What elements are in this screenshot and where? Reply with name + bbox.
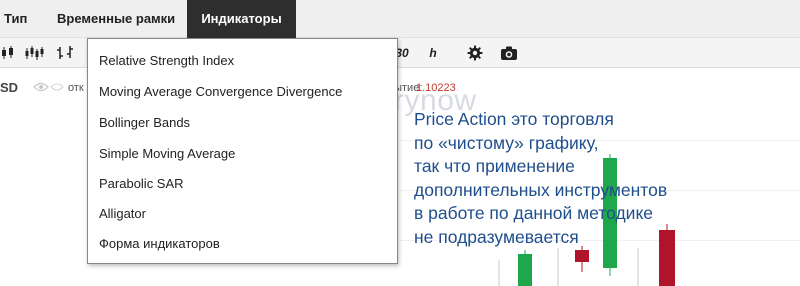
price-action-annotation: Price Action это торговля по «чистому» г… — [414, 108, 667, 250]
indicator-parabolic-sar[interactable]: Parabolic SAR — [99, 176, 184, 191]
menu-indicators[interactable]: Индикаторы — [187, 0, 296, 38]
annotation-line: в работе по данной методике — [414, 203, 654, 224]
indicator-sma[interactable]: Simple Moving Average — [99, 146, 235, 161]
annotation-line: не подразумевается — [414, 226, 579, 247]
annotation-line: Price Action это торговля — [414, 109, 614, 129]
annotation-line: так что применение — [414, 156, 575, 177]
top-menu-bar: Тип Временные рамки Индикаторы — [0, 0, 800, 38]
indicator-alligator[interactable]: Alligator — [99, 206, 146, 221]
indicator-macd[interactable]: Moving Average Convergence Divergence — [99, 84, 342, 99]
camera-icon[interactable] — [498, 41, 520, 65]
open-label: отк — [68, 82, 84, 94]
ohlc-bars-icon[interactable] — [56, 41, 76, 65]
menu-timeframes[interactable]: Временные рамки — [57, 0, 175, 38]
candlestick-icon[interactable] — [0, 41, 16, 65]
eye-closed-icon[interactable] — [50, 81, 64, 96]
indicator-bollinger-bands[interactable]: Bollinger Bands — [99, 115, 190, 130]
symbol-label: SD — [0, 80, 19, 95]
candlestick-group-icon[interactable] — [24, 41, 44, 65]
annotation-line: по «чистому» графику, — [414, 132, 599, 153]
indicator-rsi[interactable]: Relative Strength Index — [99, 53, 234, 68]
indicator-form[interactable]: Форма индикаторов — [99, 236, 220, 251]
eye-icon[interactable] — [33, 81, 49, 96]
annotation-line: дополнительных инструментов — [414, 179, 668, 200]
indicators-dropdown: Relative Strength Index Moving Average C… — [87, 38, 398, 264]
menu-type[interactable]: Тип — [4, 0, 27, 38]
